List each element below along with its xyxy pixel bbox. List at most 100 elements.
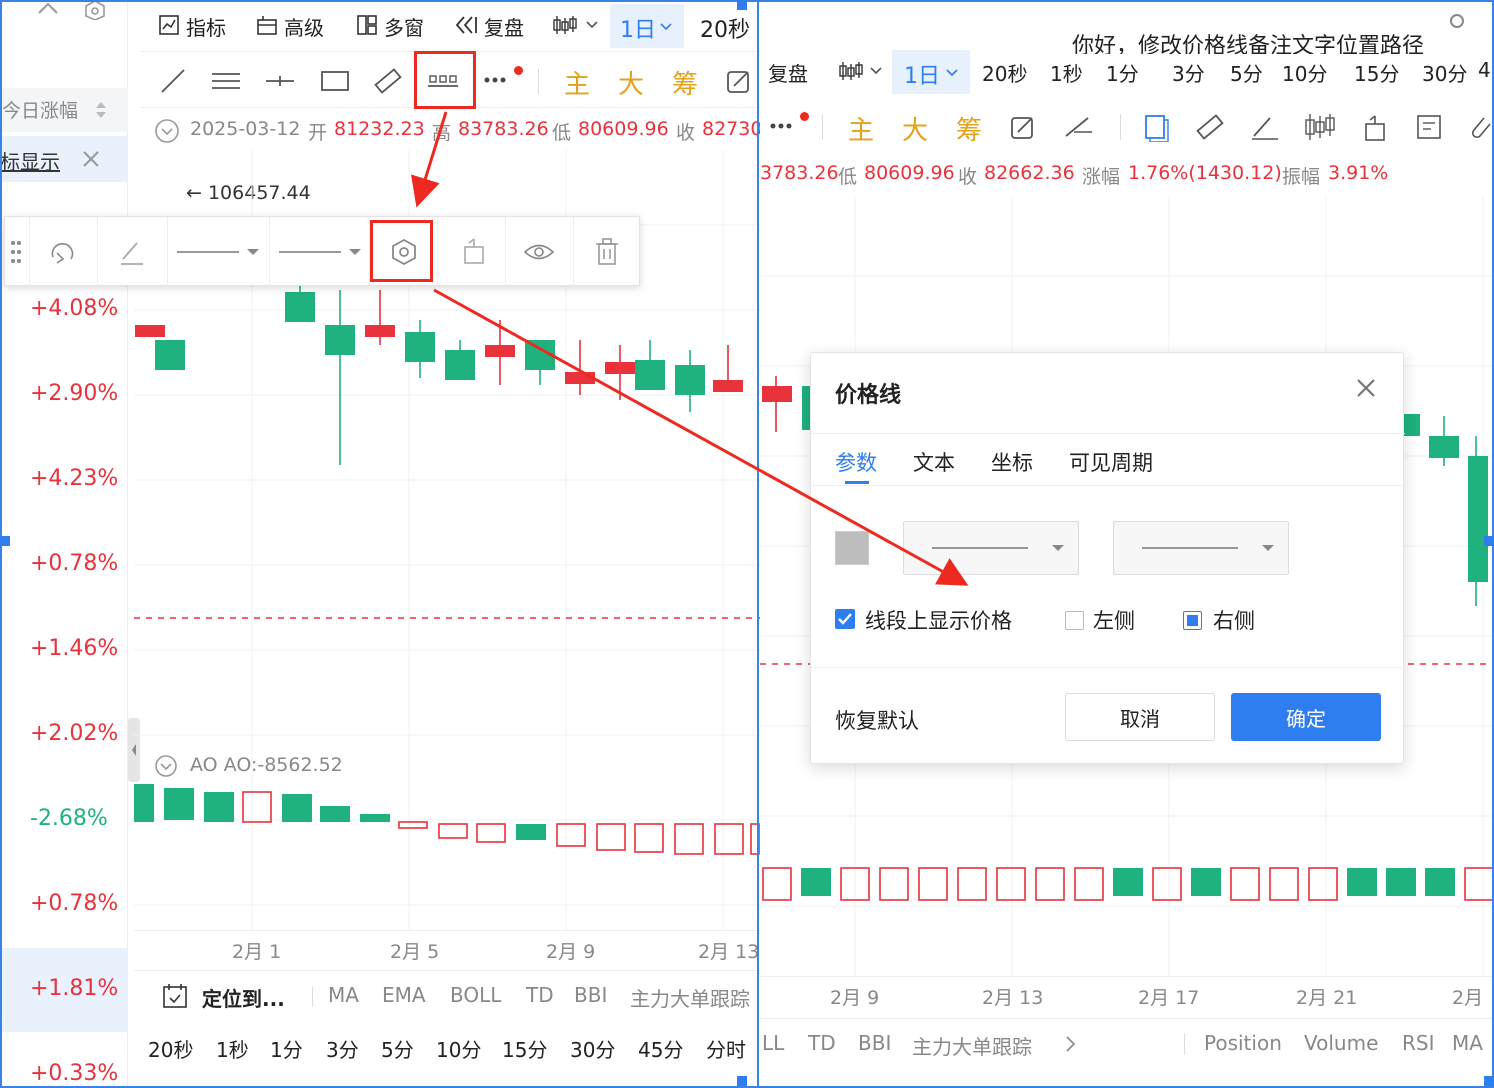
period-item[interactable]: 15分 bbox=[1354, 58, 1399, 87]
rectangle-icon[interactable] bbox=[320, 66, 350, 96]
indicator-ma[interactable]: MA bbox=[328, 983, 359, 1007]
pencil-icon[interactable] bbox=[117, 237, 147, 267]
lock-icon[interactable] bbox=[459, 235, 489, 267]
chevron-right-icon[interactable] bbox=[1064, 1035, 1076, 1053]
period-item[interactable]: 10分 bbox=[436, 1034, 481, 1063]
collapse-circle-icon[interactable] bbox=[154, 754, 178, 778]
resize-handle[interactable] bbox=[0, 536, 10, 546]
tool-main[interactable]: 主 bbox=[564, 64, 590, 101]
period-item[interactable]: 1秒 bbox=[216, 1034, 249, 1063]
trash-icon[interactable] bbox=[593, 237, 621, 267]
edit-icon[interactable] bbox=[1008, 112, 1038, 142]
horizontal-line-icon[interactable] bbox=[264, 66, 296, 96]
color-swatch[interactable] bbox=[835, 531, 869, 565]
period-item[interactable]: 45分 bbox=[638, 1034, 683, 1063]
edit-icon[interactable] bbox=[724, 66, 754, 96]
ruler-icon[interactable] bbox=[1194, 112, 1224, 142]
tab-visible-period[interactable]: 可见周期 bbox=[1069, 447, 1153, 477]
parallel-lines-icon[interactable] bbox=[210, 66, 242, 96]
note-icon[interactable] bbox=[1414, 112, 1444, 142]
scroll-handle[interactable] bbox=[1450, 14, 1464, 28]
measure-icon[interactable] bbox=[1062, 112, 1094, 142]
collapse-up-icon[interactable] bbox=[36, 0, 60, 16]
period-item[interactable]: 分时 bbox=[706, 1034, 746, 1063]
clip-icon[interactable] bbox=[1466, 112, 1492, 142]
resize-handle[interactable] bbox=[737, 0, 747, 10]
period-item[interactable]: 20秒 bbox=[982, 58, 1027, 87]
close-icon[interactable] bbox=[82, 150, 100, 168]
right-checkbox[interactable] bbox=[1183, 611, 1202, 630]
period-tab-selected[interactable]: 1日 bbox=[610, 4, 684, 48]
period-item[interactable]: 3分 bbox=[326, 1034, 359, 1063]
period-item[interactable]: 30分 bbox=[1422, 58, 1467, 87]
tab-text[interactable]: 文本 bbox=[913, 447, 955, 477]
reset-default-button[interactable]: 恢复默认 bbox=[835, 705, 919, 735]
indicator-bbi[interactable]: BBI bbox=[858, 1031, 891, 1055]
indicator-main-force[interactable]: 主力大单跟踪 bbox=[630, 983, 750, 1012]
tool-big[interactable]: 大 bbox=[902, 110, 928, 147]
drag-handle-icon[interactable] bbox=[9, 239, 23, 265]
candles-icon[interactable] bbox=[1304, 112, 1336, 142]
tool-chip[interactable]: 筹 bbox=[672, 64, 698, 101]
candle-type-icon[interactable] bbox=[552, 14, 578, 36]
tab-coords[interactable]: 坐标 bbox=[991, 447, 1033, 477]
close-icon[interactable] bbox=[1355, 377, 1377, 399]
tool-chip[interactable]: 筹 bbox=[956, 110, 982, 147]
line-width-dropdown[interactable] bbox=[277, 245, 367, 259]
indicator-rsi[interactable]: RSI bbox=[1402, 1031, 1435, 1055]
show-price-checkbox[interactable] bbox=[835, 609, 855, 629]
ok-button[interactable]: 确定 bbox=[1231, 693, 1381, 741]
indicator-bbi[interactable]: BBI bbox=[574, 983, 607, 1007]
period-item[interactable]: 3分 bbox=[1172, 58, 1205, 87]
indicator-ma[interactable]: MA bbox=[1452, 1031, 1483, 1055]
indicator-volume[interactable]: Volume bbox=[1304, 1031, 1378, 1055]
indicator-td[interactable]: TD bbox=[808, 1031, 836, 1055]
resize-handle[interactable] bbox=[737, 1076, 747, 1086]
advanced-button[interactable]: 高级 bbox=[284, 12, 324, 41]
collapse-circle-icon[interactable] bbox=[154, 118, 180, 144]
candle-type-icon[interactable] bbox=[838, 60, 864, 82]
show-label-row[interactable]: 标显示 bbox=[0, 136, 128, 182]
replay-button[interactable]: 复盘 bbox=[484, 12, 524, 41]
indicator-main-force[interactable]: 主力大单跟踪 bbox=[912, 1031, 1032, 1060]
indicator-button[interactable]: 指标 bbox=[186, 12, 226, 41]
line-style-select[interactable] bbox=[903, 521, 1079, 575]
period-item[interactable]: 15分 bbox=[502, 1034, 547, 1063]
indicator-position[interactable]: Position bbox=[1204, 1031, 1282, 1055]
period-item[interactable]: 4 bbox=[1478, 58, 1491, 82]
tab-params[interactable]: 参数 bbox=[835, 447, 877, 477]
period-item[interactable]: 20秒 bbox=[148, 1034, 193, 1063]
period-item[interactable]: 1分 bbox=[270, 1034, 303, 1063]
period-item[interactable]: 5分 bbox=[1230, 58, 1263, 87]
tool-big[interactable]: 大 bbox=[618, 64, 644, 101]
period-item[interactable]: 10分 bbox=[1282, 58, 1327, 87]
period-tab-selected[interactable]: 1日 bbox=[892, 50, 970, 94]
bookmark-icon[interactable] bbox=[1142, 112, 1172, 142]
sort-icon[interactable] bbox=[94, 100, 108, 120]
indicator-boll[interactable]: BOLL bbox=[450, 983, 501, 1007]
lock-icon[interactable] bbox=[1360, 112, 1390, 144]
tool-main[interactable]: 主 bbox=[848, 110, 874, 147]
more-icon[interactable] bbox=[770, 122, 794, 130]
indicator-boll[interactable]: LL bbox=[762, 1031, 784, 1055]
line-style-dropdown[interactable] bbox=[175, 245, 265, 259]
brush-icon[interactable] bbox=[1248, 112, 1280, 142]
replay-button[interactable]: 复盘 bbox=[768, 58, 808, 87]
eye-icon[interactable] bbox=[523, 237, 555, 267]
locate-button[interactable]: 定位到... bbox=[202, 983, 285, 1012]
more-icon[interactable] bbox=[484, 76, 508, 84]
resize-handle[interactable] bbox=[1484, 1076, 1494, 1086]
sort-header[interactable]: 今日涨幅 bbox=[0, 88, 128, 132]
line-width-select[interactable] bbox=[1113, 521, 1289, 575]
period-item[interactable]: 30分 bbox=[570, 1034, 615, 1063]
undo-shape-icon[interactable] bbox=[47, 237, 79, 267]
multiwindow-button[interactable]: 多窗 bbox=[384, 12, 424, 41]
settings-hex-icon[interactable] bbox=[84, 0, 106, 21]
left-checkbox[interactable] bbox=[1065, 611, 1084, 630]
period-item[interactable]: 1秒 bbox=[1050, 58, 1083, 87]
period-item[interactable]: 5分 bbox=[381, 1034, 414, 1063]
calendar-icon[interactable] bbox=[162, 983, 188, 1009]
indicator-ema[interactable]: EMA bbox=[382, 983, 426, 1007]
cancel-button[interactable]: 取消 bbox=[1065, 693, 1215, 741]
period-item[interactable]: 1分 bbox=[1106, 58, 1139, 87]
